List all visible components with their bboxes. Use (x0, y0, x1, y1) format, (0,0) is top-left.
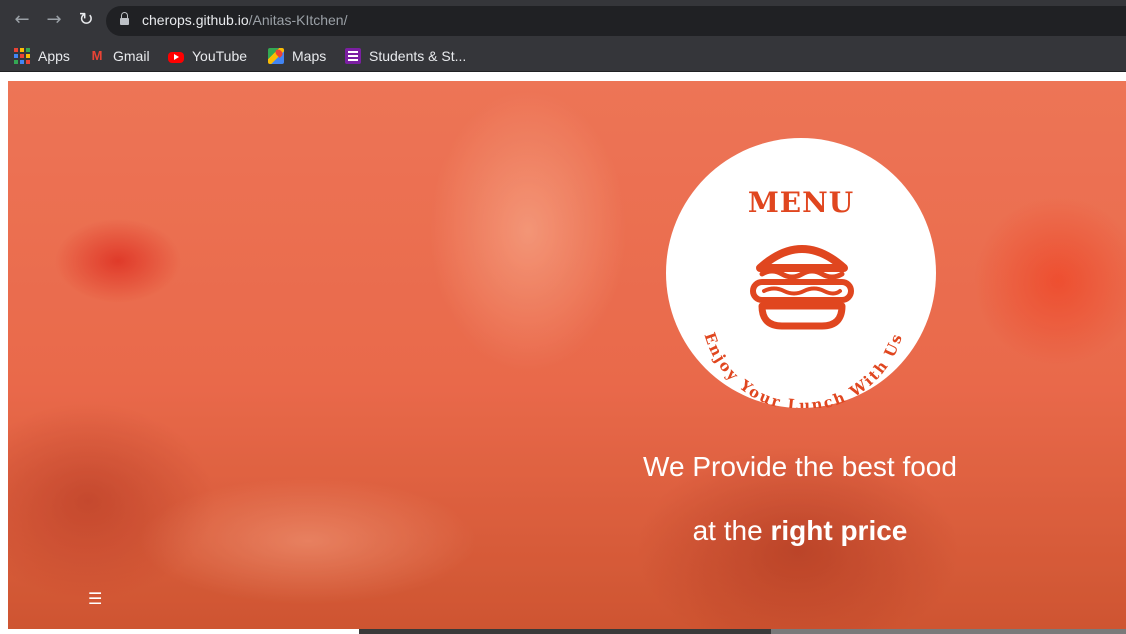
forward-arrow-icon[interactable]: → (42, 8, 66, 32)
maps-icon (268, 48, 284, 64)
svg-text:Enjoy Your Lunch With Us: Enjoy Your Lunch With Us (701, 330, 907, 408)
bookmark-label: Apps (38, 48, 70, 64)
next-section-edge (359, 629, 771, 634)
reload-icon[interactable]: ↻ (74, 8, 98, 32)
bookmarks-bar: Apps M Gmail YouTube Maps Students & St.… (0, 40, 1126, 72)
url-text: cherops.github.io/Anitas-KItchen/ (142, 12, 347, 28)
bookmark-label: Maps (292, 48, 327, 64)
bookmark-gmail[interactable]: M Gmail (89, 46, 150, 66)
hamburger-menu-icon[interactable]: ☰ (88, 589, 102, 608)
menu-badge[interactable]: MENU Enjoy Your Lunch With Us (666, 138, 936, 408)
page-content: MENU Enjoy Your Lunch With Us We Provide… (0, 73, 1126, 634)
hero-banner: MENU Enjoy Your Lunch With Us We Provide… (8, 81, 1126, 629)
bookmark-label: Students & St... (369, 48, 467, 64)
bookmark-label: Gmail (113, 48, 150, 64)
youtube-icon (168, 51, 184, 63)
tagline-line-2: at the right price (600, 515, 1000, 547)
tagline-prefix: at the (692, 515, 771, 546)
list-icon (345, 48, 361, 64)
url-path: /Anitas-KItchen/ (248, 12, 348, 28)
bookmark-label: YouTube (192, 48, 248, 64)
badge-arc-text: Enjoy Your Lunch With Us (701, 330, 907, 408)
tagline-line-1: We Provide the best food (643, 451, 957, 482)
gmail-icon: M (91, 48, 103, 63)
tagline-bold: right price (770, 515, 908, 546)
bookmark-students[interactable]: Students & St... (345, 46, 466, 66)
next-section-edge (771, 629, 1126, 634)
browser-toolbar: ← → ↻ cherops.github.io/Anitas-KItchen/ (0, 0, 1126, 40)
bookmark-maps[interactable]: Maps (268, 46, 326, 66)
address-bar[interactable]: cherops.github.io/Anitas-KItchen/ (106, 6, 1126, 36)
bookmark-apps[interactable]: Apps (14, 46, 70, 66)
lock-icon (120, 12, 129, 26)
bookmark-youtube[interactable]: YouTube (168, 46, 247, 66)
url-host: cherops.github.io (142, 12, 249, 28)
back-arrow-icon[interactable]: ← (10, 8, 34, 32)
apps-grid-icon (14, 48, 30, 64)
